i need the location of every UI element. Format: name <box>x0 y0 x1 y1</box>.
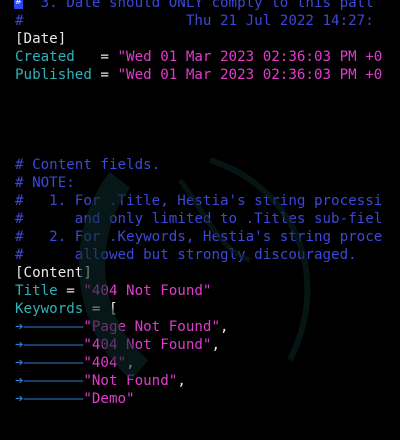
code-line[interactable]: 4 <box>0 102 400 120</box>
code-line[interactable]: 6➔———————"Page Not Found", <box>0 318 400 336</box>
code-line[interactable]: 0# and only limited to .Titles sub-fiel <box>0 210 400 228</box>
token-comment: # and only limited to .Titles sub-fiel <box>15 211 383 227</box>
token-key: Created <box>15 49 75 65</box>
code-line[interactable]: 0[Date] <box>0 30 400 48</box>
token-str: "Demo" <box>83 391 135 407</box>
line-code: # 1. For .Title, Hestia's string process… <box>15 192 382 210</box>
token-op: , <box>211 337 221 353</box>
token-str: "404" <box>83 355 127 371</box>
line-code: ➔———————"404", <box>15 354 135 372</box>
line-code: ➔———————"Page Not Found", <box>15 318 229 336</box>
line-code: Title = "404 Not Found" <box>15 282 211 300</box>
line-code: ➔———————"Demo" <box>15 390 135 408</box>
code-line[interactable]: 3 <box>0 84 400 102</box>
code-line[interactable]: 5 <box>0 120 400 138</box>
token-comment: # 2. For .Keywords, Hestia's string proc… <box>15 229 383 245</box>
token-key: Title <box>15 283 58 299</box>
token-str: "Not Found" <box>83 373 178 389</box>
token-str: "404 Not Found" <box>83 283 212 299</box>
token-tab: ➔——————— <box>15 391 84 407</box>
token-op: , <box>177 373 186 389</box>
code-line[interactable]: 9# Thu 21 Jul 2022 14:27: <box>0 12 400 30</box>
code-editor[interactable]: 9 3. Date should ONLY comply to this pat… <box>0 0 400 408</box>
token-comment: # Content fields. <box>15 157 161 173</box>
code-line[interactable]: 3[Content] <box>0 264 400 282</box>
token-comment: # NOTE: <box>15 175 75 191</box>
token-comment: 3. Date should ONLY comply to this patt <box>15 0 374 11</box>
line-code: [Date] <box>15 30 66 48</box>
code-line[interactable]: 5Keywords = [ <box>0 300 400 318</box>
line-code: ➔———————"404 Not Found", <box>15 336 220 354</box>
token-tab: ➔——————— <box>15 319 84 335</box>
code-line[interactable]: 9# 1. For .Title, Hestia's string proces… <box>0 192 400 210</box>
code-line[interactable]: 4Title = "404 Not Found" <box>0 282 400 300</box>
token-tab: ➔——————— <box>15 337 84 353</box>
token-comment: # allowed but strongly discouraged. <box>15 247 357 263</box>
token-comment: # Thu 21 Jul 2022 14:27: <box>15 13 374 29</box>
token-op: = <box>57 283 84 299</box>
line-code: # Thu 21 Jul 2022 14:27: <box>15 12 374 30</box>
token-tab: ➔——————— <box>15 355 84 371</box>
line-code: Keywords = [ <box>15 300 118 318</box>
code-line[interactable]: 9➔———————"Not Found", <box>0 372 400 390</box>
token-op: , <box>126 355 135 371</box>
token-str: "Wed 01 Mar 2023 02:36:03 PM +0 <box>117 67 383 83</box>
line-code: Created = "Wed 01 Mar 2023 02:36:03 PM +… <box>15 48 382 66</box>
code-line[interactable]: 2Published = "Wed 01 Mar 2023 02:36:03 P… <box>0 66 400 84</box>
code-line[interactable]: 0➔———————"Demo" <box>0 390 400 408</box>
code-line[interactable]: 2# allowed but strongly discouraged. <box>0 246 400 264</box>
cursor-marker: # <box>14 0 23 9</box>
line-code: ➔———————"Not Found", <box>15 372 186 390</box>
token-str: "404 Not Found" <box>83 337 212 353</box>
line-code: # Content fields. <box>15 156 160 174</box>
token-str: "Page Not Found" <box>83 319 221 335</box>
token-key: Keywords <box>15 301 84 317</box>
token-op: = <box>74 49 118 65</box>
token-op: = [ <box>83 301 118 317</box>
token-str: "Wed 01 Mar 2023 02:36:03 PM +0 <box>117 49 383 65</box>
code-line[interactable]: 8➔———————"404", <box>0 354 400 372</box>
code-line[interactable]: 6 <box>0 138 400 156</box>
code-line[interactable]: 9 3. Date should ONLY comply to this pat… <box>0 0 400 12</box>
token-comment: # 1. For .Title, Hestia's string process… <box>15 193 383 209</box>
token-tab: ➔——————— <box>15 373 84 389</box>
token-section: [Date] <box>15 31 67 47</box>
line-code: # 2. For .Keywords, Hestia's string proc… <box>15 228 382 246</box>
code-line[interactable]: 8# NOTE: <box>0 174 400 192</box>
line-code: [Content] <box>15 264 92 282</box>
token-key: Published <box>15 67 92 83</box>
token-section: [Content] <box>15 265 92 281</box>
line-code: # allowed but strongly discouraged. <box>15 246 357 264</box>
code-line[interactable]: 1# 2. For .Keywords, Hestia's string pro… <box>0 228 400 246</box>
line-code: # and only limited to .Titles sub-fiel <box>15 210 382 228</box>
token-op: , <box>220 319 229 335</box>
token-op: = <box>91 67 118 83</box>
line-code: # NOTE: <box>15 174 75 192</box>
line-code: 3. Date should ONLY comply to this patt <box>15 0 374 12</box>
code-line[interactable]: 7# Content fields. <box>0 156 400 174</box>
code-line[interactable]: 7➔———————"404 Not Found", <box>0 336 400 354</box>
line-code: Published = "Wed 01 Mar 2023 02:36:03 PM… <box>15 66 382 84</box>
code-line[interactable]: 1Created = "Wed 01 Mar 2023 02:36:03 PM … <box>0 48 400 66</box>
